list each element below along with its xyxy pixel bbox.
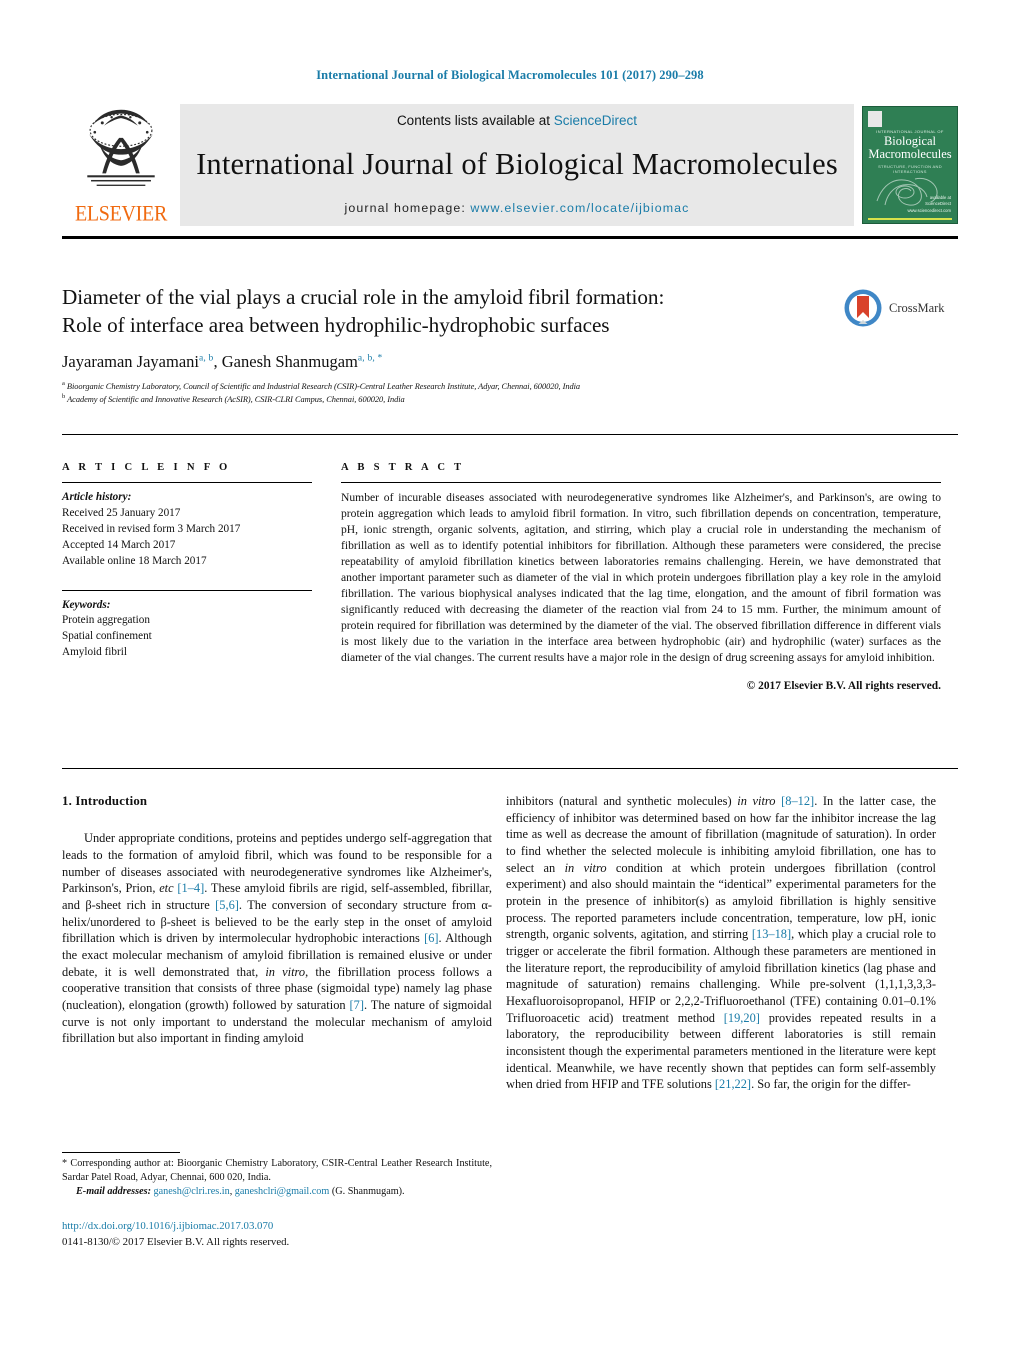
article-history-block: Article history: Received 25 January 201…	[62, 490, 312, 570]
article-info-heading: A R T I C L E I N F O	[62, 462, 231, 473]
abstract-rule	[341, 482, 941, 483]
emphasis-text: in vitro	[737, 794, 776, 808]
sciencedirect-link[interactable]: ScienceDirect	[554, 113, 637, 128]
citation-link[interactable]: [6]	[424, 931, 438, 945]
introduction-right-column: inhibitors (natural and synthetic molecu…	[506, 793, 936, 1093]
email-addresses-label: E-mail addresses:	[76, 1185, 151, 1197]
doi-link[interactable]: http://dx.doi.org/10.1016/j.ijbiomac.201…	[62, 1218, 502, 1234]
journal-masthead: ELSEVIER Contents lists available at Sci…	[62, 104, 958, 226]
elsevier-wordmark: ELSEVIER	[74, 201, 168, 227]
email-link-2[interactable]: ganeshclri@gmail.com	[235, 1186, 330, 1197]
keywords-block: Keywords: Protein aggregation Spatial co…	[62, 598, 312, 662]
emphasis-text: in vitro	[265, 964, 306, 979]
author-list: Jayaraman Jayamania, b, Ganesh Shanmugam…	[62, 352, 383, 372]
running-head: International Journal of Biological Macr…	[316, 68, 704, 82]
paper-page: International Journal of Biological Macr…	[0, 0, 1020, 1351]
crossmark-badge[interactable]: CrossMark	[843, 285, 955, 331]
title-block-bottom-rule	[62, 434, 958, 435]
contents-available-line: Contents lists available at ScienceDirec…	[397, 113, 637, 128]
author-marks-2: a, b, *	[357, 353, 383, 364]
body-text: . So far, the origin for the differ-	[751, 1077, 911, 1092]
masthead-center: Contents lists available at ScienceDirec…	[180, 104, 854, 226]
affiliation-a: a Bioorganic Chemistry Laboratory, Counc…	[62, 380, 580, 391]
author-separator: ,	[213, 352, 222, 371]
citation-link[interactable]: [21,22]	[715, 1077, 751, 1091]
journal-cover-thumbnail: INTERNATIONAL JOURNAL OF Biological Macr…	[854, 104, 958, 226]
page-title: Diameter of the vial plays a crucial rol…	[62, 284, 822, 340]
article-history-label: Article history:	[62, 491, 132, 503]
body-text: inhibitors (natural and synthetic molecu…	[506, 794, 738, 808]
cover-sd-line3: www.sciencedirect.com	[907, 207, 951, 213]
author-name-1: Jayaraman Jayamani	[62, 352, 199, 371]
homepage-prefix: journal homepage:	[344, 201, 471, 215]
crossmark-label: CrossMark	[889, 300, 945, 315]
journal-homepage-line: journal homepage: www.elsevier.com/locat…	[345, 201, 690, 215]
intro-paragraph-left: Under appropriate conditions, proteins a…	[62, 830, 492, 1047]
footnote-block: * Corresponding author at: Bioorganic Ch…	[62, 1157, 492, 1199]
footnote-corresponding-text: Corresponding author at: Bioorganic Chem…	[62, 1158, 492, 1183]
cover-title: Biological Macromolecules	[863, 135, 957, 161]
keyword-item: Amyloid fibril	[62, 646, 127, 659]
email-link-1[interactable]: ganesh@clri.res.in	[154, 1186, 230, 1197]
citation-link[interactable]: [13–18]	[752, 927, 791, 941]
cover-sciencedirect-block: available at ScienceDirect www.sciencedi…	[907, 195, 951, 214]
keywords-rule	[62, 589, 312, 591]
affiliation-a-mark: a	[62, 380, 65, 387]
article-title-line2: Role of interface area between hydrophil…	[62, 312, 610, 337]
author-marks-1: a, b	[198, 353, 214, 364]
issn-copyright-line: 0141-8130/© 2017 Elsevier B.V. All right…	[62, 1236, 290, 1249]
introduction-left-column: 1. Introduction Under appropriate condit…	[62, 793, 492, 1047]
section-heading-introduction: 1. Introduction	[62, 794, 148, 808]
article-info-rule	[62, 482, 312, 483]
email-attribution: (G. Shanmugam).	[329, 1185, 405, 1197]
citation-link[interactable]: [1–4]	[177, 881, 204, 895]
affiliation-b: b Academy of Scientific and Innovative R…	[62, 393, 405, 404]
abstract-copyright: © 2017 Elsevier B.V. All rights reserved…	[746, 679, 941, 692]
cover-title-line2: Macromolecules	[868, 146, 952, 161]
history-item: Received 25 January 2017	[62, 506, 181, 519]
doi-block: http://dx.doi.org/10.1016/j.ijbiomac.201…	[62, 1218, 502, 1250]
history-item: Accepted 14 March 2017	[62, 538, 176, 551]
history-item: Available online 18 March 2017	[62, 554, 207, 567]
affiliation-b-text: Academy of Scientific and Innovative Res…	[67, 394, 405, 404]
citation-link[interactable]: [8–12]	[781, 794, 814, 808]
abstract-body: Number of incurable diseases associated …	[341, 491, 941, 665]
affiliation-a-text: Bioorganic Chemistry Laboratory, Council…	[66, 381, 581, 391]
contents-prefix: Contents lists available at	[396, 113, 554, 128]
crossmark-icon	[844, 289, 882, 327]
intro-paragraph-right: inhibitors (natural and synthetic molecu…	[506, 793, 936, 1093]
abstract-column: A B S T R A C T Number of incurable dise…	[341, 462, 941, 692]
elsevier-logo: ELSEVIER	[62, 104, 180, 226]
abstract-heading: A B S T R A C T	[341, 462, 465, 473]
footnote-rule	[62, 1152, 180, 1153]
citation-link[interactable]: [7]	[350, 998, 364, 1012]
article-info-column: A R T I C L E I N F O Article history: R…	[62, 462, 312, 661]
affiliation-b-mark: b	[62, 393, 66, 400]
keywords-label: Keywords:	[62, 598, 111, 611]
abstract-bottom-rule	[62, 768, 958, 769]
keyword-item: Spatial confinement	[62, 630, 152, 643]
elsevier-tree-icon	[87, 109, 155, 186]
emphasis-text: in vitro	[564, 860, 607, 875]
keyword-item: Protein aggregation	[62, 614, 150, 627]
citation-link[interactable]: [5,6]	[215, 898, 239, 912]
masthead-bottom-rule	[62, 236, 958, 239]
author-name-2: Ganesh Shanmugam	[221, 352, 358, 371]
citation-link[interactable]: [19,20]	[724, 1011, 760, 1025]
emphasis-text: etc	[159, 881, 174, 896]
cover-bottom-bar	[868, 218, 952, 220]
article-title-block: Diameter of the vial plays a crucial rol…	[62, 284, 822, 340]
journal-title: International Journal of Biological Macr…	[196, 147, 838, 181]
journal-homepage-link[interactable]: www.elsevier.com/locate/ijbiomac	[470, 201, 689, 215]
history-item: Received in revised form 3 March 2017	[62, 522, 241, 535]
article-title-line1: Diameter of the vial plays a crucial rol…	[62, 285, 665, 309]
cover-image: INTERNATIONAL JOURNAL OF Biological Macr…	[862, 106, 958, 224]
cover-publisher-mark	[868, 111, 882, 127]
